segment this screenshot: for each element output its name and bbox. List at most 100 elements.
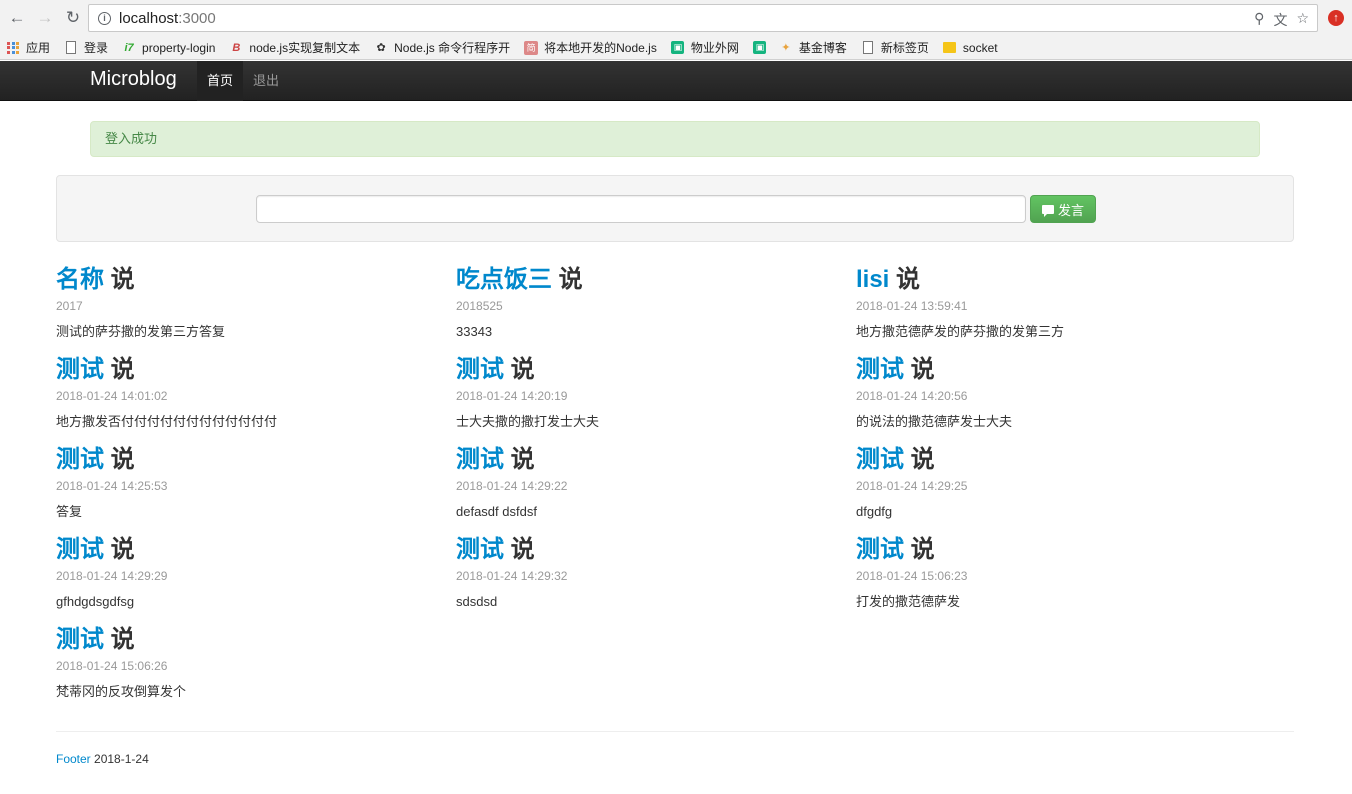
post-item: 测试 说 2018-01-24 14:29:29 gfhdgdsgdfsg [56,536,436,610]
back-arrow-icon[interactable]: ← [6,7,28,29]
bookmark-login[interactable]: 登录 [64,39,108,56]
post-item: 测试 说 2018-01-24 14:20:19 士大夫撒的撒打发士大夫 [456,356,836,430]
footer-link[interactable]: Footer [56,752,91,766]
bookmark-star-icon[interactable]: ☆ [1296,10,1309,30]
post-text: gfhdgdsgdfsg [56,594,135,609]
post-text: 打发的撒范德萨发 [856,594,961,609]
nav-item-logout[interactable]: 退出 [243,61,289,101]
footer-divider [56,731,1294,732]
post-user[interactable]: 测试 [456,356,504,383]
post-time: 2018-01-24 13:59:41 [856,299,968,313]
favicon-icon: B [232,41,241,54]
post-item: 测试 说 2018-01-24 14:20:56 的说法的撒范德萨发士大夫 [856,356,1236,430]
bookmark-property-net[interactable]: ▣ 物业外网 [671,39,739,56]
footer-date: 2018-1-24 [94,752,149,766]
post-time: 2018-01-24 14:20:56 [856,389,968,403]
post-user[interactable]: 测试 [856,356,904,383]
bookmark-socket[interactable]: socket [943,41,998,55]
post-user[interactable]: 测试 [456,536,504,563]
forward-arrow-icon[interactable]: → [34,7,56,29]
page-icon [861,41,875,55]
post-heading: 测试 说 [56,446,135,473]
post-input[interactable] [256,195,1026,223]
post-text: 士大夫撒的撒打发士大夫 [456,414,600,429]
bookmark-nodejs-copy[interactable]: B node.js实现复制文本 [229,39,360,56]
post-time: 2018-01-24 15:06:26 [56,659,168,673]
brand-logo[interactable]: Microblog [90,68,177,91]
post-text: 33343 [456,324,493,339]
post-user[interactable]: 测试 [56,446,104,473]
bookmark-apps[interactable]: 应用 [6,39,50,56]
post-heading: 名称 说 [56,266,135,293]
key-icon[interactable]: ⚲ [1254,10,1264,30]
bookmark-new-tab[interactable]: 新标签页 [861,39,929,56]
post-text: 答复 [56,504,83,519]
browser-toolbar: ← → ↻ i localhost:3000 ⚲ 文 ☆ ↑ [0,0,1352,36]
post-item: 测试 说 2018-01-24 15:06:23 打发的撒范德萨发 [856,536,1236,610]
folder-icon [943,41,957,55]
post-text: 梵蒂冈的反攻倒算发个 [56,684,187,699]
post-time: 2018-01-24 14:01:02 [56,389,168,403]
favicon-icon: 简 [524,40,539,55]
post-user[interactable]: 测试 [56,626,104,653]
nav-item-home[interactable]: 首页 [197,61,244,101]
green-favicon-icon: ▣ [671,41,685,55]
comment-icon [1041,204,1054,217]
post-text: 地方撒发否付付付付付付付付付付付付 [56,414,278,429]
apps-grid-icon [6,41,20,55]
post-heading: 测试 说 [56,536,135,563]
post-item: 名称 说 2017 测试的萨芬撒的发第三方答复 [56,266,436,340]
post-item: 测试 说 2018-01-24 14:01:02 地方撒发否付付付付付付付付付付… [56,356,436,430]
extension-icon[interactable]: ↑ [1328,10,1344,26]
post-user[interactable]: 测试 [856,536,904,563]
post-heading: 测试 说 [456,446,535,473]
post-heading: 测试 说 [456,536,535,563]
post-text: 地方撒范德萨发的萨芬撒的发第三方 [856,324,1065,339]
reload-icon[interactable]: ↻ [62,7,84,29]
post-user[interactable]: 测试 [456,446,504,473]
post-button[interactable]: 发言 [1030,195,1096,223]
post-text: 的说法的撒范德萨发士大夫 [856,414,1013,429]
bookmark-fund-blog[interactable]: ✦ 基金博客 [779,39,847,56]
favicon-icon: i7 [124,41,134,54]
post-user[interactable]: 测试 [856,446,904,473]
post-time: 2018-01-24 15:06:23 [856,569,968,583]
post-time: 2018-01-24 14:25:53 [56,479,168,493]
post-user[interactable]: 名称 [56,266,104,293]
post-time: 2018-01-24 14:20:19 [456,389,568,403]
site-info-icon[interactable]: i [98,11,111,25]
post-user[interactable]: lisi [856,266,889,293]
post-time: 2017 [56,299,83,313]
favicon-icon: ✦ [781,42,791,54]
app-navbar: Microblog 首页 退出 [0,61,1352,101]
post-time: 2018-01-24 14:29:22 [456,479,568,493]
post-item: 测试 说 2018-01-24 14:29:22 defasdf dsfdsf [456,446,836,520]
post-text: dfgdfg [856,504,893,519]
post-text: defasdf dsfdsf [456,504,537,519]
post-item: 测试 说 2018-01-24 14:29:32 sdsdsd [456,536,836,610]
post-user[interactable]: 测试 [56,356,104,383]
bookmark-nodejs-cli[interactable]: ✿ Node.js 命令行程序开 [374,39,511,56]
post-heading: 测试 说 [856,356,935,383]
post-item: lisi 说 2018-01-24 13:59:41 地方撒范德萨发的萨芬撒的发… [856,266,1236,340]
post-user[interactable]: 测试 [56,536,104,563]
post-time: 2018525 [456,299,503,313]
post-heading: 吃点饭三 说 [456,266,583,293]
translate-icon[interactable]: 文 [1273,10,1287,30]
post-item: 吃点饭三 说 2018525 33343 [456,266,836,340]
post-user[interactable]: 吃点饭三 [456,266,552,293]
post-item: 测试 说 2018-01-24 14:29:25 dfgdfg [856,446,1236,520]
address-bar[interactable]: i localhost:3000 ⚲ 文 ☆ [88,4,1318,32]
post-heading: 测试 说 [56,626,135,653]
bookmark-property-login[interactable]: i7 property-login [122,41,215,55]
bookmarks-bar: 应用 登录 i7 property-login B node.js实现复制文本 … [0,36,1352,60]
bookmark-green[interactable]: ▣ [753,41,773,55]
post-heading: 测试 说 [856,536,935,563]
footer: Footer 2018-1-24 [56,752,149,766]
post-time: 2018-01-24 14:29:25 [856,479,968,493]
favicon-icon: ✿ [376,42,386,54]
post-heading: 测试 说 [56,356,135,383]
bookmark-nodejs-local[interactable]: 简 将本地开发的Node.js [524,39,657,56]
address-url[interactable]: localhost:3000 [119,10,216,27]
post-composer: 发言 [56,175,1294,242]
